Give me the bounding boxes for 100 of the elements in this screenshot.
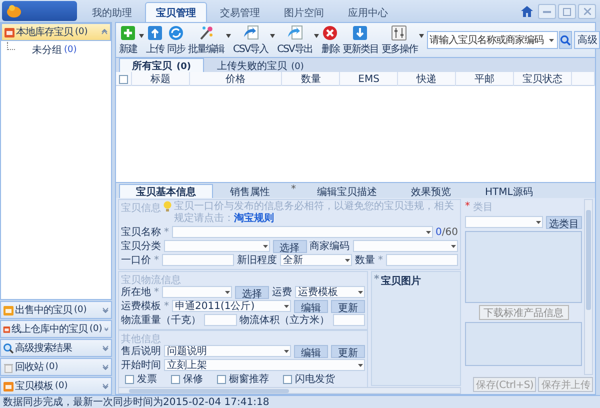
horizontal-scrollbar[interactable]: [118, 387, 461, 394]
sidebar-group[interactable]: 回收站 (0): [0, 358, 112, 376]
dropdown[interactable]: [172, 226, 433, 238]
required-mark: *: [465, 200, 470, 212]
checkbox[interactable]: [217, 374, 226, 384]
sidebar-group[interactable]: 本地库存宝贝 (0): [1, 23, 111, 41]
rules-link[interactable]: 淘宝规则: [234, 213, 274, 224]
field-label: 物流重量（千克）: [121, 314, 201, 327]
toolbar-button[interactable]: 批量编辑: [187, 24, 225, 56]
input-field[interactable]: [204, 314, 236, 326]
field-label: 售后说明: [121, 344, 161, 358]
toolbar-button[interactable]: 删除: [320, 24, 340, 56]
caret-icon[interactable]: [270, 34, 276, 38]
caret-icon[interactable]: [419, 34, 424, 38]
app-tab[interactable]: 宝贝管理: [145, 2, 207, 22]
maximize-icon: [563, 8, 571, 16]
checkbox[interactable]: [283, 374, 292, 384]
status-text: 数据同步完成，最新一次同步时间为2015-02-04 17:41:18: [3, 396, 270, 408]
toolbar-button[interactable]: CSV导出: [276, 24, 314, 56]
app-tab[interactable]: 我的助理: [81, 2, 143, 22]
field-label: 数量: [355, 254, 375, 267]
sidebar-group[interactable]: 线上仓库中的宝贝 (0): [0, 320, 112, 338]
close-button[interactable]: [578, 4, 596, 19]
tab[interactable]: 编辑宝贝描述: [300, 184, 394, 198]
checkbox-option[interactable]: 保修: [171, 372, 203, 386]
advanced-search-button[interactable]: 高级: [574, 31, 600, 49]
dropdown[interactable]: [352, 240, 458, 252]
required-mark: *: [378, 254, 383, 266]
lightbulb-icon: [163, 201, 172, 212]
caret-icon: [426, 230, 431, 234]
toolbar-button[interactable]: 同步: [166, 24, 186, 56]
field-button[interactable]: 选择: [235, 286, 269, 298]
field-button[interactable]: 编辑: [294, 344, 328, 358]
tab[interactable]: 上传失败的宝贝 (0): [204, 58, 317, 72]
hint-text: 宝贝一口价与发布的信息务必相符，以避免您的宝贝违规，相关规定请点击：淘宝规则: [174, 201, 455, 225]
checkbox-option[interactable]: 闪电发货: [283, 372, 335, 386]
tree-item[interactable]: 未分组 (0): [30, 43, 79, 57]
search-button[interactable]: [559, 31, 572, 49]
sliders-icon: [391, 24, 408, 40]
maximize-button[interactable]: [558, 4, 576, 19]
minimize-button[interactable]: [538, 4, 556, 19]
field-label: 宝贝名称: [121, 226, 161, 239]
caret-icon: [451, 244, 456, 248]
checkbox-option[interactable]: 发票: [125, 372, 157, 386]
toolbar-button[interactable]: 新建: [118, 24, 138, 56]
field-label: 新旧程度: [237, 254, 277, 267]
choose-category-button[interactable]: 选类目: [546, 216, 582, 228]
tab[interactable]: 效果预览: [394, 184, 468, 198]
checkbox[interactable]: [171, 374, 180, 384]
caret-icon[interactable]: [226, 34, 231, 38]
checkbox[interactable]: [119, 74, 128, 84]
dropdown[interactable]: 全新: [280, 254, 352, 266]
app-tab[interactable]: 应用中心: [337, 2, 399, 22]
checkbox[interactable]: [125, 374, 134, 384]
caret-icon[interactable]: [139, 34, 144, 38]
tab[interactable]: 宝贝基本信息: [119, 184, 213, 198]
toolbar-button[interactable]: CSV导入: [232, 24, 270, 56]
caret-icon: [284, 350, 289, 352]
field-button[interactable]: 编辑: [294, 300, 328, 312]
tab[interactable]: 销售属性: [213, 184, 287, 198]
caret-icon: [358, 290, 363, 294]
expand-icon: [102, 383, 109, 389]
expand-icon: [102, 307, 109, 313]
field-button[interactable]: 更新: [331, 300, 365, 312]
dropdown[interactable]: 问题说明: [164, 345, 291, 357]
toolbar-button[interactable]: 上传: [145, 24, 165, 56]
dropdown[interactable]: 立刻上架: [164, 359, 365, 371]
required-mark: *: [374, 274, 380, 287]
tab[interactable]: HTML源码: [468, 184, 550, 198]
folder-icon: [3, 304, 14, 316]
dropdown[interactable]: 申通2011(1公斤): [172, 300, 291, 312]
toolbar-button[interactable]: 更新类目: [341, 24, 380, 56]
field-label: 一口价: [121, 254, 151, 267]
field-button[interactable]: 选择: [272, 240, 306, 252]
caret-icon[interactable]: [314, 34, 320, 38]
sidebar-group[interactable]: 宝贝模板 (0): [0, 377, 112, 395]
input-field[interactable]: [162, 254, 234, 266]
input-field[interactable]: [386, 254, 458, 266]
minimize-icon: [543, 10, 551, 12]
app-tab[interactable]: 交易管理: [209, 2, 271, 22]
delete-icon: [322, 24, 338, 40]
sidebar-group[interactable]: 出售中的宝贝 (0): [0, 301, 112, 319]
input-field[interactable]: [332, 314, 365, 326]
dropdown[interactable]: [164, 240, 270, 252]
checkbox-option[interactable]: 橱窗推荐: [217, 372, 269, 386]
required-mark: *: [164, 300, 169, 312]
dropdown[interactable]: 运费模板: [295, 286, 365, 298]
toolbar-button[interactable]: 更多操作: [380, 24, 418, 56]
app-tab[interactable]: 图片空间: [273, 2, 335, 22]
dropdown[interactable]: [465, 216, 543, 228]
store-icon: [4, 26, 15, 38]
search-icon: [3, 342, 14, 354]
trash-icon: [3, 362, 14, 372]
sidebar-group[interactable]: 高级搜索结果: [0, 339, 112, 357]
dropdown[interactable]: [162, 286, 232, 298]
group-title: 类目: [473, 200, 493, 212]
vertical-scrollbar[interactable]: [584, 199, 593, 375]
required-mark: *: [164, 226, 169, 238]
tab[interactable]: 所有宝贝 (0): [119, 58, 204, 72]
field-button[interactable]: 更新: [331, 344, 365, 358]
